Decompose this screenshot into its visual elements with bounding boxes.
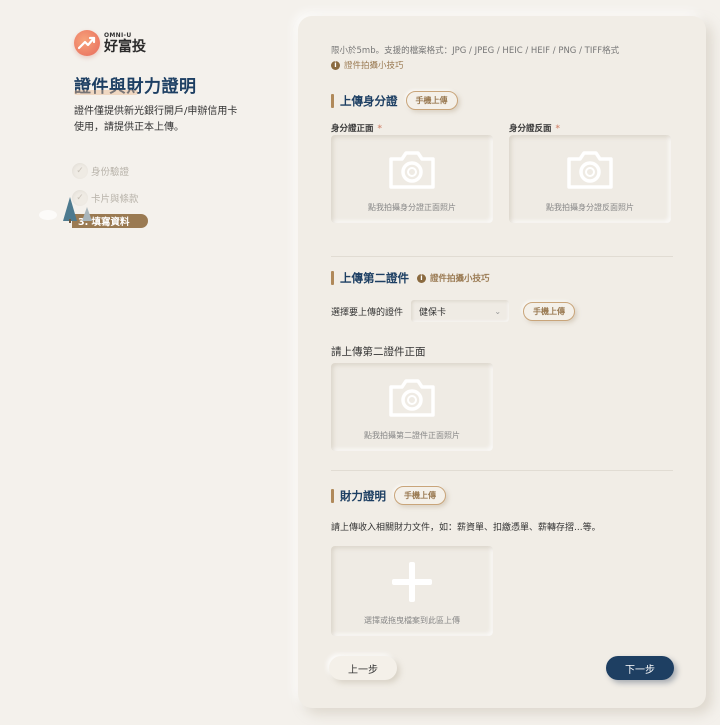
upload-panel: 限小於5mb。支援的檔案格式：JPG / JPEG / HEIC / HEIF … <box>298 16 706 708</box>
finance-title-text: 財力證明 <box>340 488 386 503</box>
second-id-section-title: 上傳第二證件 i 證件拍攝小技巧 <box>331 270 490 286</box>
brand-logo: OMNI-U 好富投 <box>74 30 146 56</box>
id-back-upload[interactable]: 點我拍攝身分證反面照片 <box>509 135 671 223</box>
plus-icon <box>392 562 432 602</box>
step-card-terms: ✓ 卡片與條款 <box>72 187 272 209</box>
page-description: 證件僅提供新光銀行開戶/申辦信用卡使用，請提供正本上傳。 <box>74 106 238 133</box>
brand-name: 好富投 <box>104 38 146 55</box>
finance-mobile-upload-button[interactable]: 手機上傳 <box>394 486 446 505</box>
camera-icon <box>389 151 435 189</box>
id-section-title: 上傳身分證 手機上傳 <box>331 91 458 110</box>
photo-tips-label: 證件拍攝小技巧 <box>344 61 404 71</box>
id-front-upload[interactable]: 點我拍攝身分證正面照片 <box>331 135 493 223</box>
required-mark: * <box>377 124 382 134</box>
trees-illustration <box>39 197 92 223</box>
finance-upload-caption: 選擇或拖曳檔案到此區上傳 <box>364 616 460 625</box>
camera-icon <box>567 151 613 189</box>
finance-file-dropzone[interactable]: 選擇或拖曳檔案到此區上傳 <box>331 546 493 636</box>
info-icon: i <box>417 273 426 283</box>
second-id-mobile-upload-button[interactable]: 手機上傳 <box>523 301 576 321</box>
next-step-button[interactable]: 下一步 <box>606 656 674 680</box>
id-front-label-text: 身分證正面 <box>331 124 374 134</box>
second-id-title-text: 上傳第二證件 <box>340 271 409 285</box>
second-id-tips-label: 證件拍攝小技巧 <box>430 274 490 284</box>
second-id-upload[interactable]: 點我拍攝第二證件正面照片 <box>331 363 493 451</box>
brand-sub: OMNI-U <box>104 31 132 39</box>
id-mobile-upload-button[interactable]: 手機上傳 <box>405 91 458 110</box>
id-back-label: 身分證反面 * <box>509 122 560 134</box>
step-identity: ✓ 身份驗證 <box>72 160 272 182</box>
section-bar <box>331 271 334 285</box>
id-front-caption: 點我拍攝身分證正面照片 <box>368 203 456 212</box>
select-label: 選擇要上傳的證件 <box>331 307 404 318</box>
document-type-select[interactable]: 健保卡 ⌄ <box>411 300 510 322</box>
chevron-down-icon: ⌄ <box>494 306 502 316</box>
id-back-label-text: 身分證反面 <box>509 124 552 134</box>
id-front-label: 身分證正面 * <box>331 122 382 134</box>
divider <box>331 470 673 471</box>
section-bar <box>331 93 334 108</box>
logo-icon <box>74 30 100 56</box>
step-label: 身份驗證 <box>91 167 130 178</box>
camera-icon <box>389 379 435 417</box>
second-id-caption: 點我拍攝第二證件正面照片 <box>364 431 460 440</box>
check-icon: ✓ <box>72 163 88 179</box>
second-id-tips-link[interactable]: i 證件拍攝小技巧 <box>417 272 490 284</box>
step-label: 卡片與條款 <box>91 194 139 205</box>
previous-step-button[interactable]: 上一步 <box>329 656 397 680</box>
select-value: 健保卡 <box>419 307 447 318</box>
second-id-select-row: 選擇要上傳的證件 健保卡 ⌄ 手機上傳 <box>331 300 576 322</box>
finance-section-title: 財力證明 手機上傳 <box>331 486 446 505</box>
format-hint: 限小於5mb。支援的檔案格式：JPG / JPEG / HEIC / HEIF … <box>331 46 620 56</box>
page-title: 證件與財力證明 <box>74 72 197 97</box>
info-icon: i <box>331 60 340 70</box>
id-back-caption: 點我拍攝身分證反面照片 <box>546 203 634 212</box>
required-mark: * <box>555 124 560 134</box>
id-section-title-text: 上傳身分證 <box>340 93 398 108</box>
finance-description: 請上傳收入相關財力文件，如：薪資單、扣繳憑單、薪轉存摺...等。 <box>331 523 601 533</box>
step-progress: ✓ 身份驗證 ✓ 卡片與條款 3. 填寫資料 <box>72 160 272 233</box>
section-bar <box>331 488 334 503</box>
second-id-subheading: 請上傳第二證件正面 <box>331 346 426 358</box>
divider <box>331 256 673 257</box>
photo-tips-link[interactable]: i 證件拍攝小技巧 <box>331 59 404 71</box>
